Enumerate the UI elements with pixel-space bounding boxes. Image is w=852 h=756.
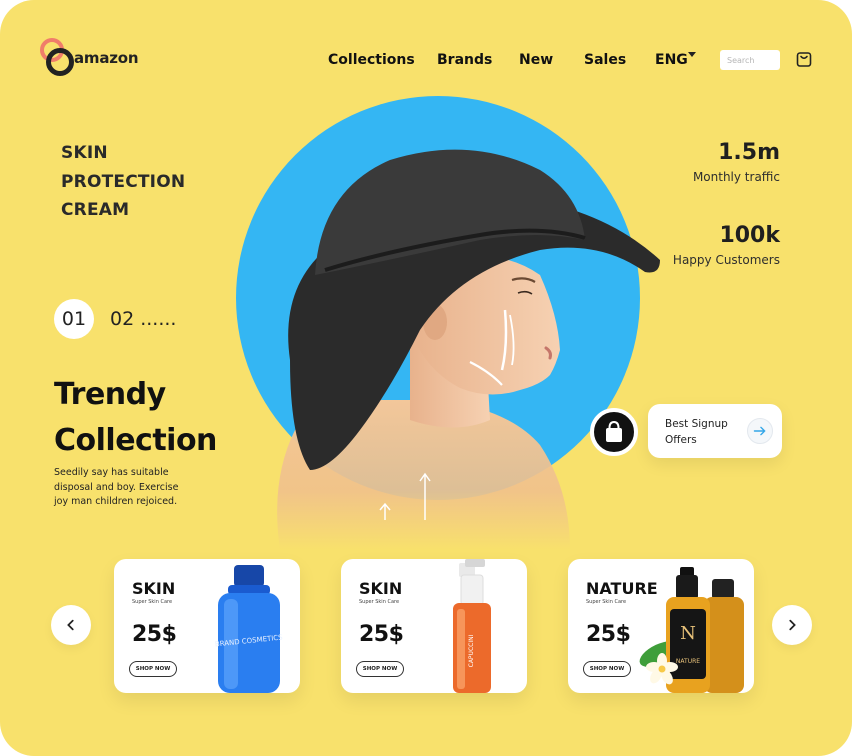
arrow-right-icon xyxy=(753,426,766,436)
pager-current[interactable]: 01 xyxy=(54,299,94,339)
product-price: 25$ xyxy=(132,622,177,647)
nav-item-collections[interactable]: Collections xyxy=(328,52,415,68)
product-heading-line: SKIN xyxy=(61,143,108,163)
product-bottle-image: N NATURE xyxy=(639,567,744,693)
bottle-label: CAPUCCINI xyxy=(468,634,475,667)
signup-arrow-button[interactable] xyxy=(747,418,773,444)
nav-item-new[interactable]: New xyxy=(519,52,553,68)
landing-page: amazon Collections Brands New Sales ENG … xyxy=(0,0,852,756)
logo-ring-dark-icon xyxy=(46,48,74,76)
product-subtitle: Super Skin Care xyxy=(586,599,627,605)
stat-happy-customers: 100k Happy Customers xyxy=(673,223,780,267)
shop-now-button[interactable]: SHOP NOW xyxy=(129,661,177,677)
hero-model-image xyxy=(277,149,660,550)
product-heading-line: PROTECTION xyxy=(61,171,186,192)
product-bottle-image: BRAND COSMETICS xyxy=(215,565,284,693)
chevron-left-icon xyxy=(67,619,74,631)
hero-title-line: Trendy xyxy=(54,377,166,412)
chevron-down-icon xyxy=(687,52,696,57)
language-label: ENG xyxy=(655,52,688,68)
shop-now-button[interactable]: SHOP NOW xyxy=(583,661,631,677)
shop-now-button[interactable]: SHOP NOW xyxy=(356,661,404,677)
carousel-next-button[interactable] xyxy=(772,605,812,645)
product-name: SKIN xyxy=(359,579,403,598)
chevron-right-icon xyxy=(789,619,796,631)
stat-monthly-traffic: 1.5m Monthly traffic xyxy=(693,140,780,184)
product-heading-line: CREAM xyxy=(61,200,130,220)
signup-line: Best Signup xyxy=(665,418,728,430)
hero-title: Trendy Collection xyxy=(54,372,217,464)
product-subtitle: Super Skin Care xyxy=(359,599,400,605)
slide-pager: 01 02 ...... xyxy=(54,299,176,339)
product-bottle-image: CAPUCCINI xyxy=(453,559,491,693)
shopping-bag-icon xyxy=(606,420,622,442)
product-heading: SKIN PROTECTION CREAM xyxy=(61,139,185,225)
pager-next[interactable]: 02 ...... xyxy=(110,308,176,330)
product-subtitle: Super Skin Care xyxy=(132,599,173,605)
product-card[interactable]: NATURE Super Skin Care 25$ SHOP NOW N NA… xyxy=(568,559,754,693)
stat-value: 1.5m xyxy=(718,140,780,165)
stat-label: Monthly traffic xyxy=(692,170,780,184)
svg-text:N: N xyxy=(680,623,696,644)
hero-description: Seedily say has suitable disposal and bo… xyxy=(54,467,179,508)
signup-text: Best Signup Offers xyxy=(665,416,745,448)
brand-name: amazon xyxy=(74,49,139,67)
brand-logo[interactable]: amazon xyxy=(40,38,160,76)
nav-item-sales[interactable]: Sales xyxy=(584,52,626,68)
language-selector[interactable]: ENG xyxy=(655,52,696,68)
product-card[interactable]: SKIN Super Skin Care 25$ SHOP NOW BRAND … xyxy=(114,559,300,693)
stat-label: Happy Customers xyxy=(672,253,780,267)
nav-item-brands[interactable]: Brands xyxy=(437,52,492,68)
bottle-label: NATURE xyxy=(676,658,700,665)
search-input[interactable] xyxy=(720,50,780,70)
product-price: 25$ xyxy=(359,622,404,647)
shopping-bag-outline-icon[interactable] xyxy=(795,50,813,68)
carousel-prev-button[interactable] xyxy=(51,605,91,645)
signup-offers-card[interactable]: Best Signup Offers xyxy=(648,404,782,458)
product-card[interactable]: SKIN Super Skin Care 25$ SHOP NOW CAPUCC… xyxy=(341,559,527,693)
shopping-bag-badge[interactable] xyxy=(590,408,638,456)
product-price: 25$ xyxy=(586,622,631,647)
signup-line: Offers xyxy=(665,434,697,446)
product-name: SKIN xyxy=(132,579,176,598)
stat-value: 100k xyxy=(719,223,780,248)
hero-title-line: Collection xyxy=(54,423,217,458)
